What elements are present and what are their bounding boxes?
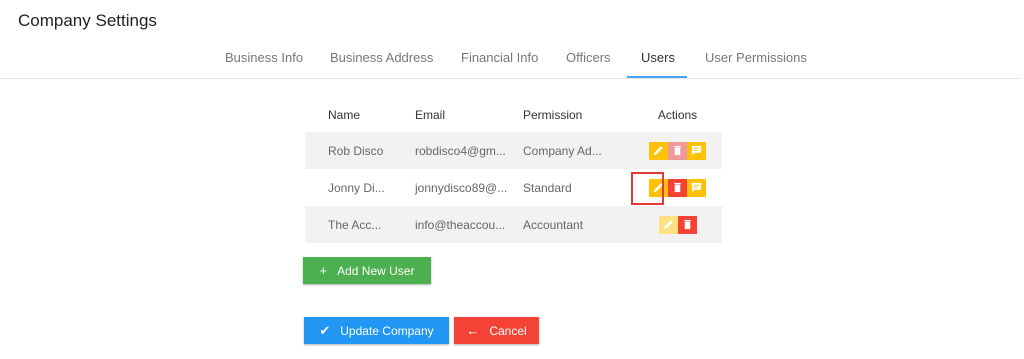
note-button[interactable] (687, 141, 706, 160)
page-title: Company Settings (18, 11, 157, 30)
arrow-left-icon: ← (466, 323, 480, 338)
table-row: The Acc... info@theaccou... Accountant (305, 206, 722, 243)
pencil-icon (653, 146, 663, 156)
pencil-icon (663, 220, 673, 230)
table-row: Rob Disco robdisco4@gm... Company Ad... (305, 132, 722, 169)
cell-permission: Accountant (523, 206, 633, 243)
delete-button[interactable] (668, 178, 687, 197)
cell-permission: Company Ad... (523, 132, 633, 169)
tab-users[interactable]: Users (641, 50, 675, 65)
trash-icon (683, 219, 691, 230)
trash-icon (674, 145, 681, 156)
tab-bar: Business Info Business Address Financial… (0, 44, 1020, 79)
edit-button[interactable] (658, 215, 678, 234)
add-new-user-button[interactable]: + Add New User (303, 257, 431, 284)
tab-user-permissions[interactable]: User Permissions (705, 50, 807, 65)
cancel-button[interactable]: ← Cancel (454, 317, 539, 344)
update-company-label: Update Company (340, 323, 434, 338)
plus-icon: + (319, 263, 328, 278)
cell-name: Rob Disco (305, 132, 415, 169)
note-button[interactable] (687, 178, 706, 197)
cell-name: The Acc... (305, 206, 415, 243)
tab-officers[interactable]: Officers (566, 50, 611, 65)
check-icon: ✔ (319, 323, 331, 338)
header-name: Name (328, 107, 361, 122)
header-email: Email (415, 107, 446, 122)
add-new-user-label: Add New User (337, 263, 415, 278)
edit-button[interactable] (649, 141, 668, 160)
comment-icon (691, 182, 702, 193)
header-actions: Actions (657, 107, 698, 122)
tab-financial-info[interactable]: Financial Info (461, 50, 538, 65)
cell-email: jonnydisco89@... (415, 169, 523, 206)
cell-actions (633, 132, 722, 169)
cell-email: robdisco4@gm... (415, 132, 523, 169)
active-tab-indicator (627, 76, 687, 78)
cell-email: info@theaccou... (415, 206, 523, 243)
tab-business-info[interactable]: Business Info (225, 50, 303, 65)
delete-button[interactable] (668, 141, 687, 160)
trash-icon (674, 182, 681, 193)
cancel-label: Cancel (489, 323, 527, 338)
table-header-row: Name Email Permission Actions (305, 97, 722, 132)
users-table: Name Email Permission Actions Rob Disco … (305, 97, 722, 243)
cell-actions (633, 206, 722, 243)
comment-icon (691, 145, 702, 156)
cell-permission: Standard (523, 169, 633, 206)
header-permission: Permission (523, 107, 583, 122)
delete-button[interactable] (677, 215, 697, 234)
tab-business-address[interactable]: Business Address (330, 50, 433, 65)
update-company-button[interactable]: ✔ Update Company (304, 317, 449, 344)
cell-name: Jonny Di... (305, 169, 415, 206)
focus-highlight (631, 172, 664, 205)
